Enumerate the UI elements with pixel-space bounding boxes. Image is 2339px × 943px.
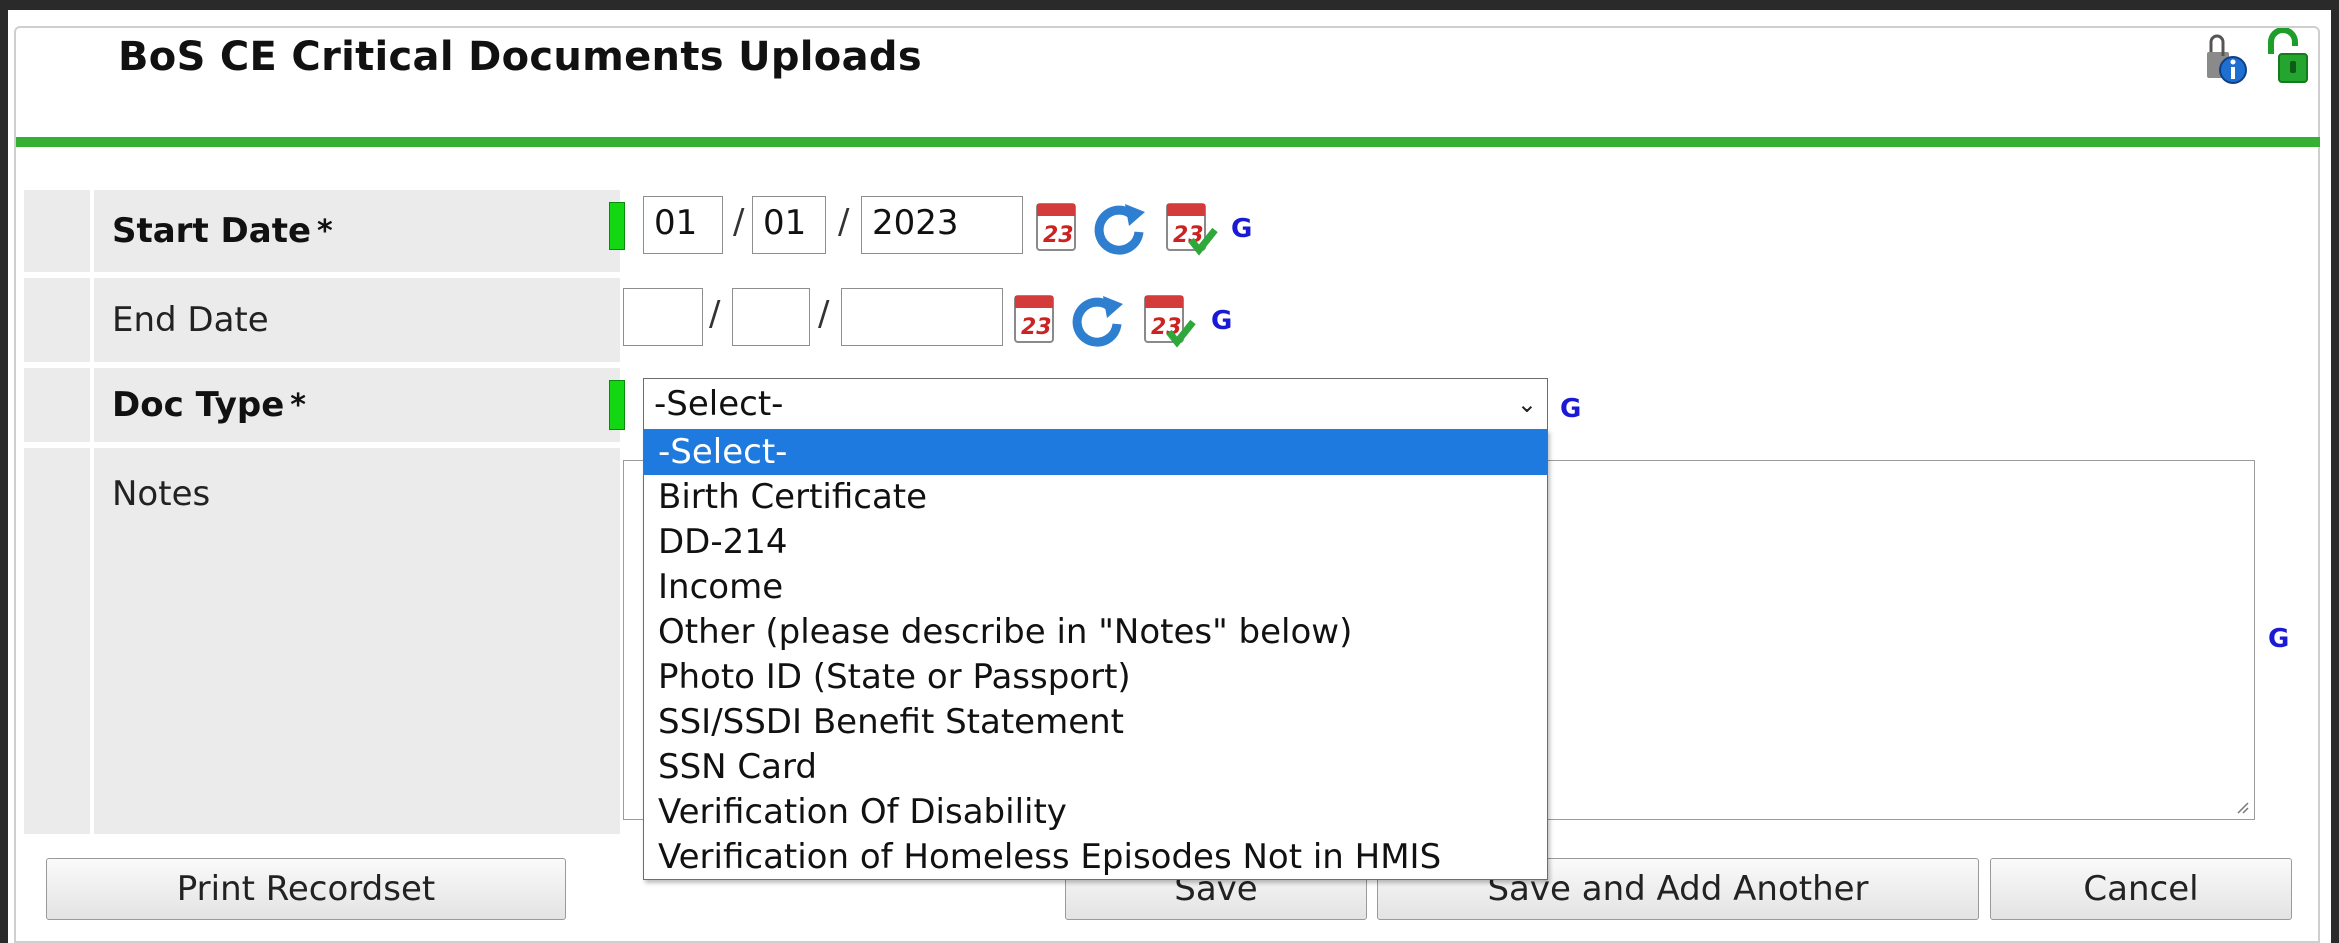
g-link[interactable]: G bbox=[1560, 394, 1581, 424]
page-title: BoS CE Critical Documents Uploads bbox=[118, 34, 922, 80]
calendar-today-icon[interactable]: 23 bbox=[1141, 286, 1197, 350]
g-link[interactable]: G bbox=[1231, 214, 1252, 244]
svg-text:23: 23 bbox=[1021, 315, 1052, 340]
window-top-strip bbox=[0, 0, 2339, 10]
calendar-today-icon[interactable]: 23 bbox=[1163, 194, 1219, 258]
start-day-input[interactable]: 01 bbox=[752, 196, 826, 254]
notes-label: Notes bbox=[94, 448, 620, 834]
doc-type-label-text: Doc Type bbox=[112, 385, 285, 425]
dropdown-option[interactable]: Birth Certificate bbox=[644, 475, 1547, 520]
print-recordset-button[interactable]: Print Recordset bbox=[46, 858, 566, 920]
dropdown-option[interactable]: Income bbox=[644, 565, 1547, 610]
svg-text:23: 23 bbox=[1173, 223, 1204, 248]
svg-text:23: 23 bbox=[1151, 315, 1182, 340]
date-separator: / bbox=[818, 294, 830, 334]
notes-label-text: Notes bbox=[112, 474, 211, 514]
row-stub bbox=[24, 190, 90, 272]
start-year-input[interactable]: 2023 bbox=[861, 196, 1023, 254]
end-day-input[interactable] bbox=[732, 288, 810, 346]
resize-grip-icon[interactable] bbox=[2234, 799, 2250, 815]
dropdown-option[interactable]: SSI/SSDI Benefit Statement bbox=[644, 700, 1547, 745]
dropdown-option[interactable]: DD-214 bbox=[644, 520, 1547, 565]
end-date-label: End Date bbox=[94, 278, 620, 362]
header-divider bbox=[16, 137, 2320, 147]
refresh-icon[interactable] bbox=[1067, 290, 1127, 348]
unlock-icon[interactable] bbox=[2259, 28, 2309, 86]
cancel-button[interactable]: Cancel bbox=[1990, 858, 2292, 920]
dropdown-option[interactable]: -Select- bbox=[644, 430, 1547, 475]
dropdown-option[interactable]: Verification Of Disability bbox=[644, 790, 1547, 835]
start-date-label: Start Date * bbox=[94, 190, 620, 272]
row-stub bbox=[24, 368, 90, 442]
date-separator: / bbox=[733, 202, 745, 242]
row-stub bbox=[24, 278, 90, 362]
required-indicator bbox=[609, 202, 625, 250]
row-stub bbox=[24, 448, 90, 834]
title-icons bbox=[2201, 28, 2309, 86]
date-separator: / bbox=[838, 202, 850, 242]
g-link[interactable]: G bbox=[2268, 624, 2289, 654]
start-month-input[interactable]: 01 bbox=[643, 196, 723, 254]
end-year-input[interactable] bbox=[841, 288, 1003, 346]
attachment-info-icon[interactable] bbox=[2201, 34, 2249, 86]
refresh-icon[interactable] bbox=[1089, 198, 1149, 256]
doc-type-selected-value: -Select- bbox=[654, 384, 784, 424]
end-month-input[interactable] bbox=[623, 288, 703, 346]
window-left-strip bbox=[0, 0, 8, 943]
date-separator: / bbox=[709, 294, 721, 334]
svg-text:23: 23 bbox=[1043, 223, 1074, 248]
doc-type-select[interactable]: -Select- ⌄ bbox=[643, 378, 1548, 430]
doc-type-dropdown-list: -Select- Birth Certificate DD-214 Income… bbox=[643, 429, 1548, 880]
required-mark: * bbox=[290, 387, 306, 423]
required-indicator bbox=[609, 380, 625, 430]
doc-type-label: Doc Type * bbox=[94, 368, 620, 442]
calendar-icon[interactable]: 23 bbox=[1011, 286, 1061, 348]
g-link[interactable]: G bbox=[1211, 306, 1232, 336]
window-right-strip bbox=[2331, 0, 2339, 943]
dropdown-option[interactable]: SSN Card bbox=[644, 745, 1547, 790]
start-date-label-text: Start Date bbox=[112, 211, 312, 251]
calendar-icon[interactable]: 23 bbox=[1033, 194, 1083, 256]
dropdown-option[interactable]: Other (please describe in "Notes" below) bbox=[644, 610, 1547, 655]
required-mark: * bbox=[317, 213, 333, 249]
chevron-down-icon: ⌄ bbox=[1516, 390, 1537, 418]
end-date-label-text: End Date bbox=[112, 300, 269, 340]
dropdown-option[interactable]: Photo ID (State or Passport) bbox=[644, 655, 1547, 700]
dropdown-option[interactable]: Verification of Homeless Episodes Not in… bbox=[644, 835, 1547, 880]
